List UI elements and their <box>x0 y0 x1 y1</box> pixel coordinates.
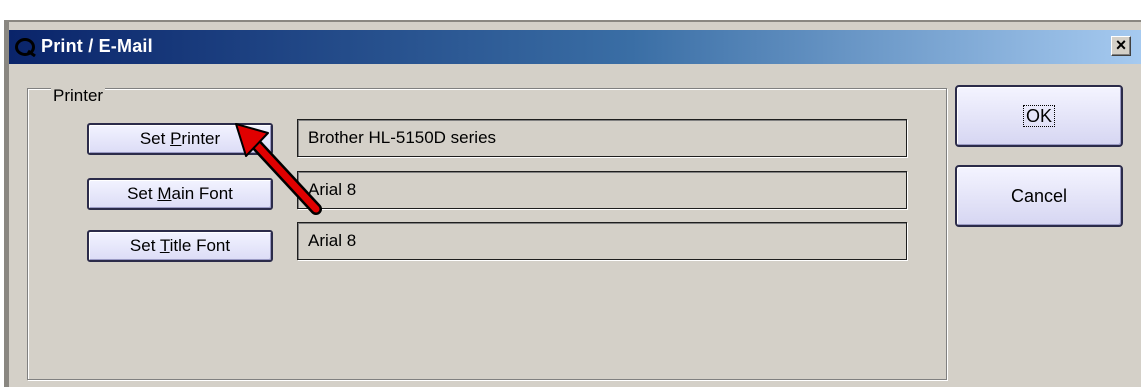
print-email-dialog: Print / E-Mail × Printer Set Printer Bro… <box>4 20 1141 387</box>
printer-group-legend: Printer <box>51 86 106 106</box>
set-main-font-label: Set Main Font <box>127 184 233 203</box>
title-font-field: Arial 8 <box>297 222 907 260</box>
close-button[interactable]: × <box>1111 36 1131 56</box>
set-title-font-button[interactable]: Set Title Font <box>87 230 273 262</box>
main-font-field: Arial 8 <box>297 171 907 209</box>
printer-name-field: Brother HL-5150D series <box>297 119 907 157</box>
set-title-font-label: Set Title Font <box>129 236 231 255</box>
ok-label: OK <box>1022 105 1055 127</box>
title-font-value: Arial 8 <box>308 231 357 250</box>
cancel-label: Cancel <box>1010 186 1068 206</box>
set-main-font-button[interactable]: Set Main Font <box>87 178 273 210</box>
ok-button[interactable]: OK <box>955 85 1123 147</box>
window-title: Print / E-Mail <box>41 36 153 56</box>
title-bar[interactable]: Print / E-Mail × <box>9 30 1141 64</box>
set-printer-button[interactable]: Set Printer <box>87 123 273 155</box>
app-logo-icon <box>15 38 36 57</box>
set-printer-label: Set Printer <box>139 129 221 148</box>
printer-name-value: Brother HL-5150D series <box>308 128 497 147</box>
screenshot-frame: Print / E-Mail × Printer Set Printer Bro… <box>0 0 1141 387</box>
main-font-value: Arial 8 <box>308 180 357 199</box>
cancel-button[interactable]: Cancel <box>955 165 1123 227</box>
close-icon: × <box>1115 35 1127 55</box>
